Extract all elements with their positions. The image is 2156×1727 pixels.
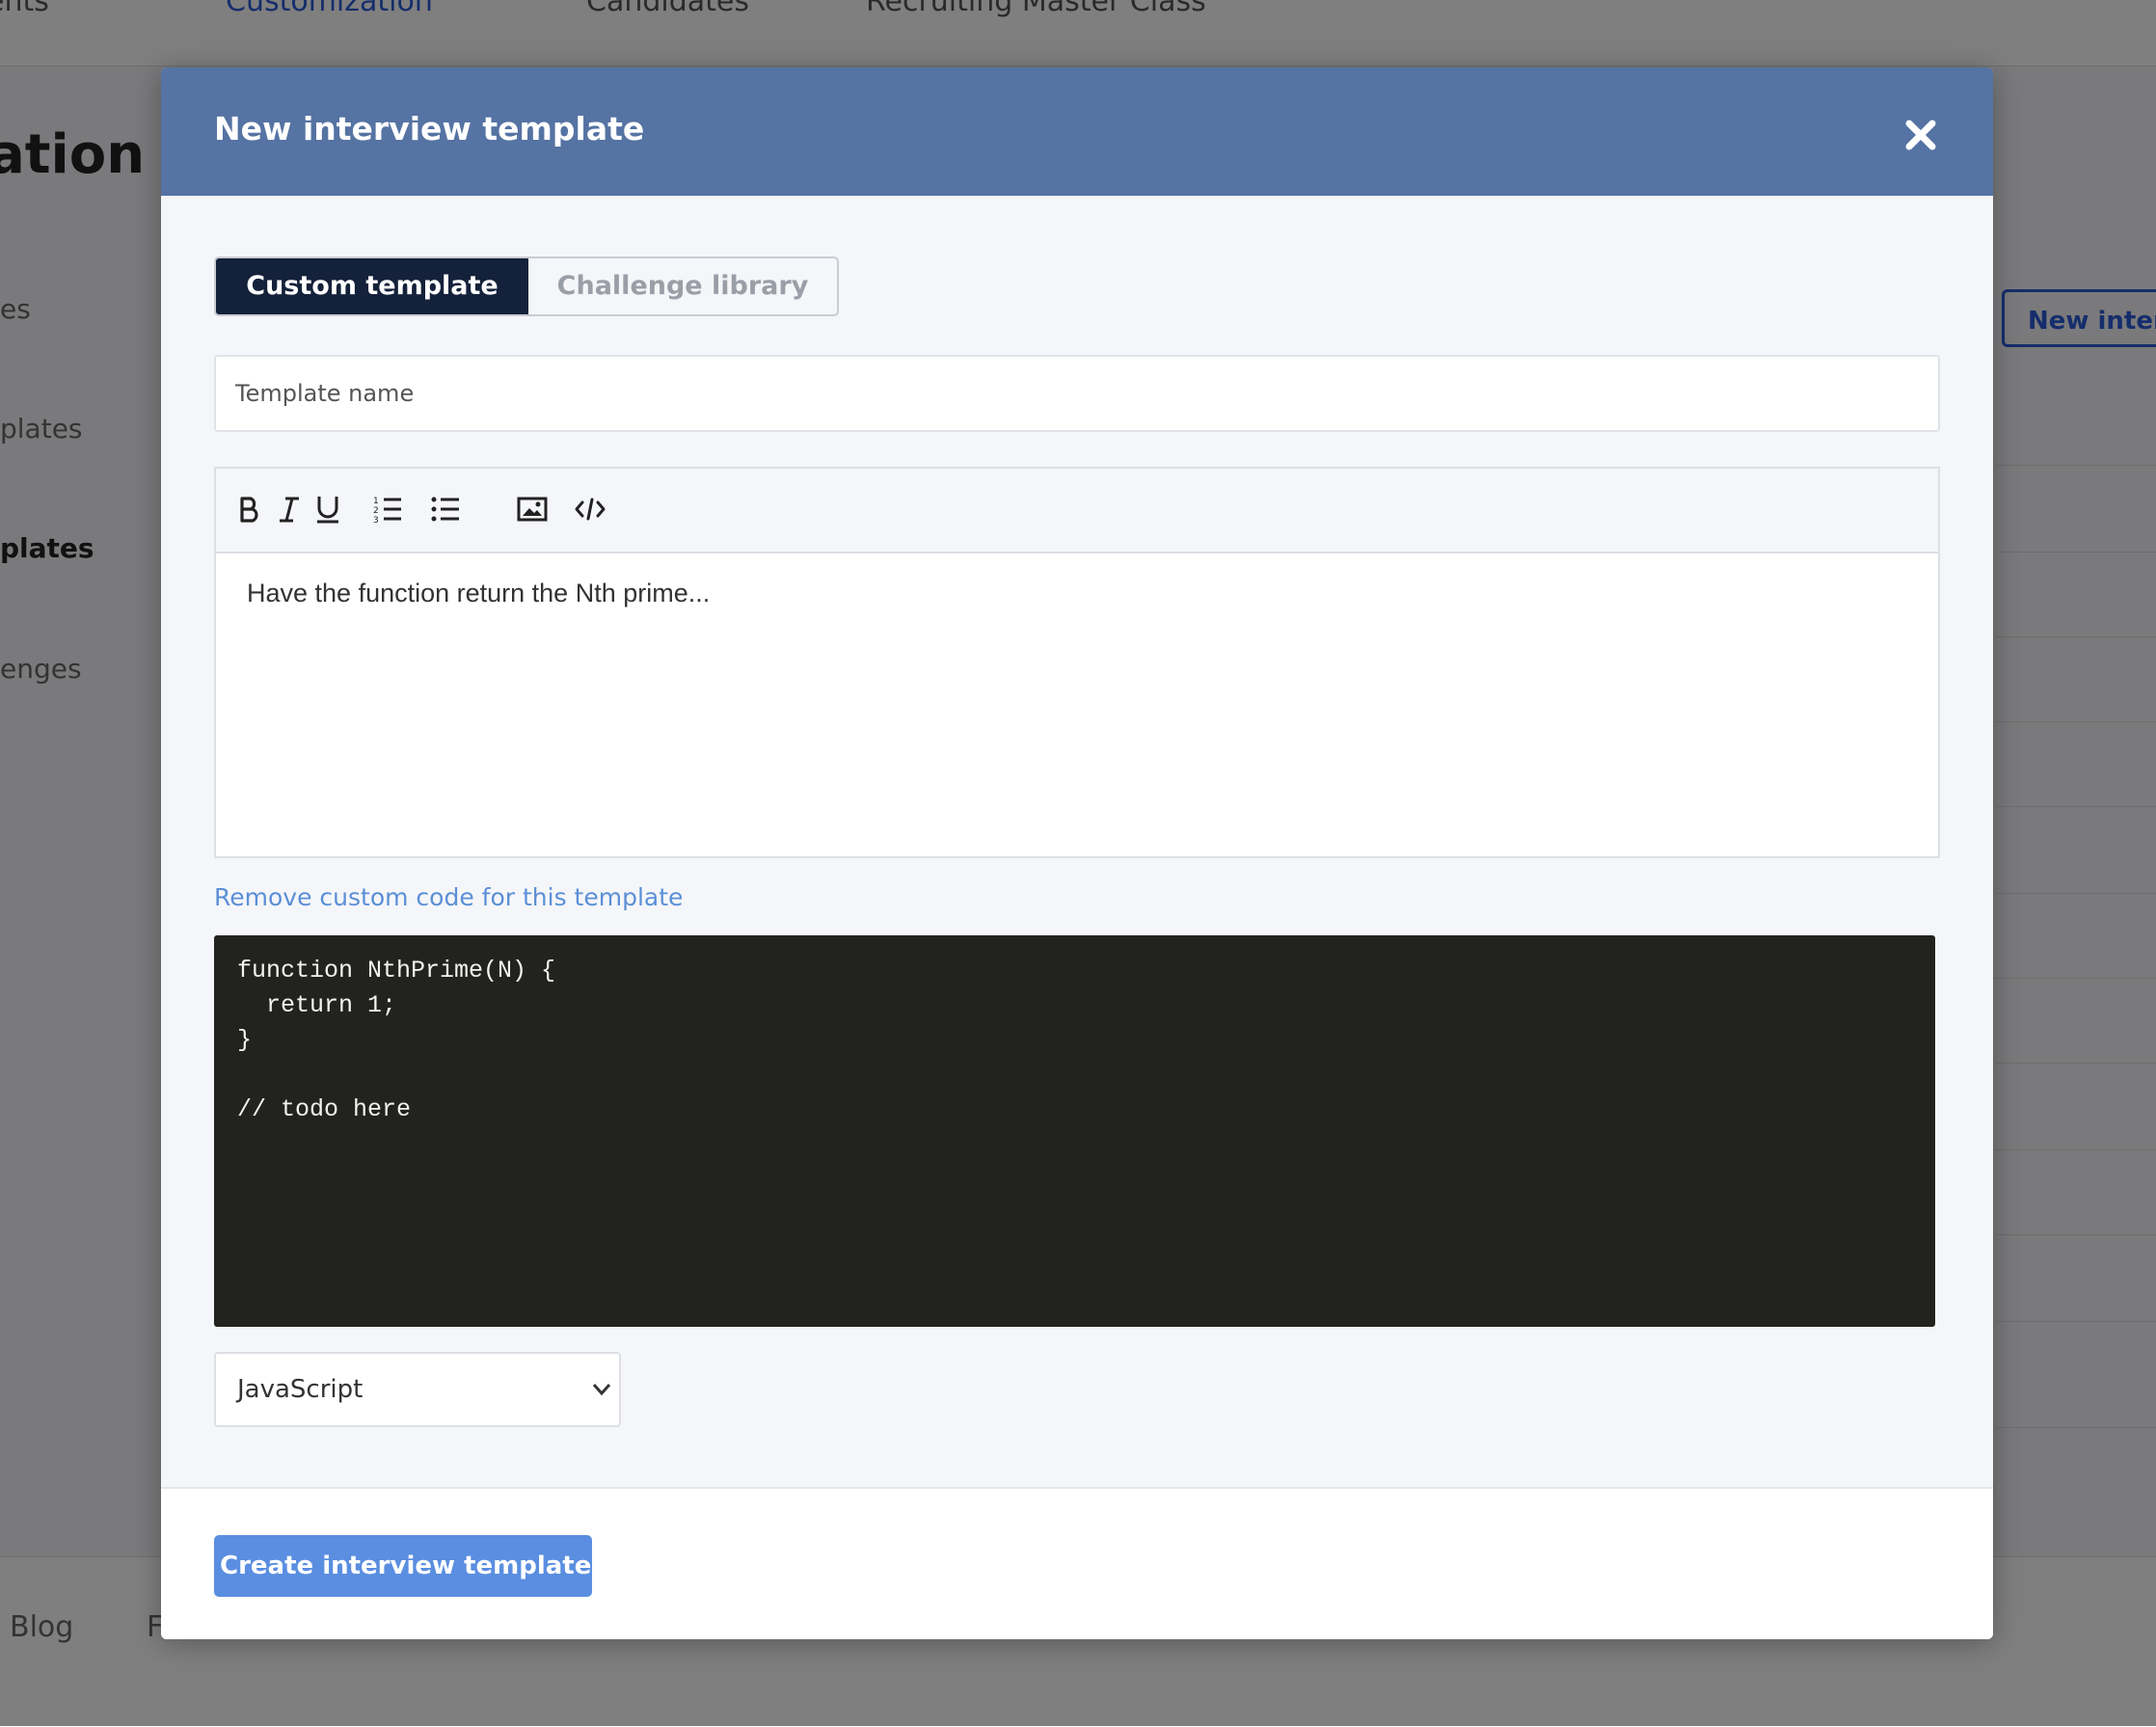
template-type-tabs: Custom template Challenge library <box>214 256 839 316</box>
tab-challenge-library[interactable]: Challenge library <box>528 258 837 314</box>
chevron-down-icon <box>592 1384 611 1396</box>
code-line: return 1; <box>237 991 397 1019</box>
editor-content[interactable]: Have the function return the Nth prime..… <box>247 579 710 608</box>
close-icon[interactable] <box>1901 116 1940 154</box>
ordered-list-icon[interactable]: 123 <box>368 490 407 528</box>
italic-icon[interactable] <box>270 490 309 528</box>
tab-custom-template[interactable]: Custom template <box>216 258 528 314</box>
image-icon[interactable] <box>513 490 552 528</box>
language-selected-value: JavaScript <box>237 1375 364 1404</box>
code-icon[interactable] <box>571 490 609 528</box>
new-template-modal: New interview template Custom template C… <box>161 67 1993 1639</box>
template-name-input[interactable] <box>214 355 1940 432</box>
bullet-list-icon[interactable] <box>426 490 465 528</box>
bold-icon[interactable] <box>230 490 269 528</box>
underline-icon[interactable] <box>309 490 347 528</box>
code-line: function NthPrime(N) { <box>237 957 556 985</box>
svg-text:3: 3 <box>373 516 379 525</box>
remove-custom-code-link[interactable]: Remove custom code for this template <box>214 883 683 911</box>
code-line: } <box>237 1026 253 1054</box>
svg-text:1: 1 <box>373 497 379 506</box>
language-select[interactable]: JavaScript <box>214 1352 621 1427</box>
svg-text:2: 2 <box>373 506 379 516</box>
editor-toolbar: 123 <box>216 469 1938 553</box>
modal-header: New interview template <box>161 67 1993 196</box>
rich-text-editor: 123 Have the function return the Nth pri… <box>214 467 1940 858</box>
create-template-button[interactable]: Create interview template <box>214 1535 592 1597</box>
code-line: // todo here <box>237 1095 412 1123</box>
code-editor[interactable]: function NthPrime(N) { return 1; } // to… <box>214 935 1935 1327</box>
modal-title: New interview template <box>214 110 645 148</box>
